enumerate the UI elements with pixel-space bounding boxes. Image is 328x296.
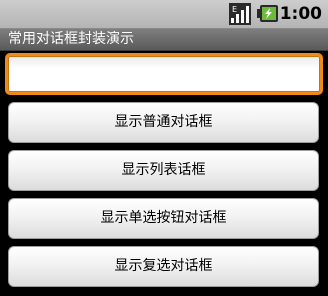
battery-icon (257, 4, 279, 23)
show-normal-dialog-button[interactable]: 显示普通对话框 (8, 102, 319, 143)
show-radio-dialog-button[interactable]: 显示单选按钮对话框 (8, 198, 319, 239)
status-bar: E 1:00 (0, 0, 328, 29)
text-input[interactable] (5, 53, 323, 95)
signal-icon: E (229, 3, 251, 25)
app-title: 常用对话框封装演示 (8, 31, 134, 47)
show-checkbox-dialog-button[interactable]: 显示复选对话框 (8, 246, 319, 287)
title-bar: 常用对话框封装演示 (0, 29, 328, 51)
show-list-dialog-button[interactable]: 显示列表话框 (8, 150, 319, 191)
svg-text:E: E (232, 5, 237, 14)
status-clock: 1:00 (279, 4, 322, 24)
